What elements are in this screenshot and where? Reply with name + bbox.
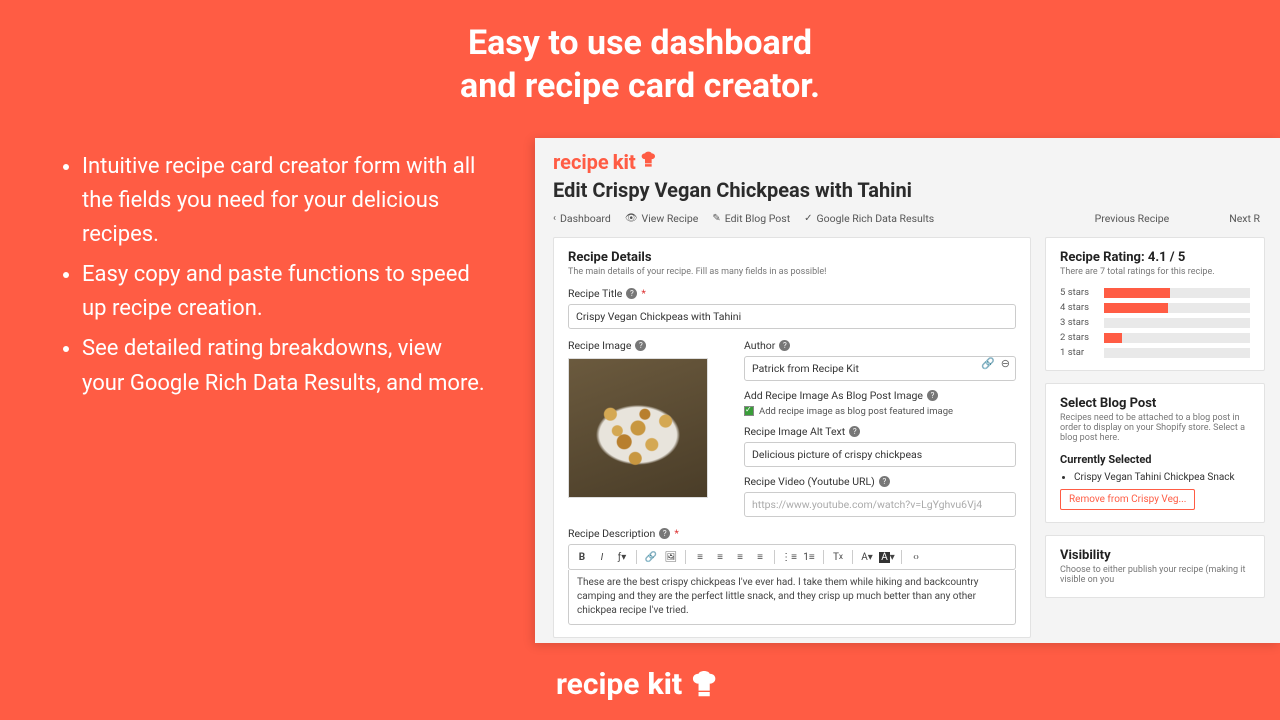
crumb-view-recipe[interactable]: 👁View Recipe xyxy=(625,212,699,225)
clear-format-button[interactable]: Tx xyxy=(829,548,847,566)
next-recipe-link[interactable]: Next R xyxy=(1229,212,1260,225)
bold-button[interactable]: B xyxy=(573,548,591,566)
app-brand: recipekit xyxy=(553,150,1280,174)
eye-icon: 👁 xyxy=(625,213,638,224)
bullet-item: Intuitive recipe card creator form with … xyxy=(82,150,488,252)
rating-row: 1 star xyxy=(1060,347,1250,358)
current-selected-heading: Currently Selected xyxy=(1060,453,1250,466)
addimg-label: Add Recipe Image As Blog Post Image ? xyxy=(744,389,1016,402)
help-icon[interactable]: ? xyxy=(626,288,637,299)
checkbox-icon xyxy=(744,406,754,416)
chef-hat-icon xyxy=(690,671,724,699)
section-heading: Recipe Details xyxy=(568,250,1016,265)
list-ol-button[interactable]: 1≡ xyxy=(800,548,818,566)
help-icon[interactable]: ? xyxy=(879,476,890,487)
rating-bar xyxy=(1104,303,1168,313)
align-center-button[interactable]: ≡ xyxy=(711,548,729,566)
video-label: Recipe Video (Youtube URL) ? xyxy=(744,475,1016,488)
visibility-heading: Visibility xyxy=(1060,548,1250,563)
list-ul-button[interactable]: ⋮≡ xyxy=(780,548,798,566)
blog-heading: Select Blog Post xyxy=(1060,396,1250,411)
recipe-title-input[interactable] xyxy=(568,304,1016,329)
help-icon[interactable]: ? xyxy=(779,340,790,351)
text-color-button[interactable]: A▾ xyxy=(858,548,876,566)
description-label: Recipe Description ? * xyxy=(568,527,1016,540)
hero-title: Easy to use dashboard and recipe card cr… xyxy=(0,0,1280,107)
font-button[interactable]: ƒ▾ xyxy=(613,548,631,566)
rating-row: 4 stars xyxy=(1060,302,1250,313)
author-input[interactable] xyxy=(744,356,1016,381)
alt-label: Recipe Image Alt Text ? xyxy=(744,425,1016,438)
crumb-dashboard[interactable]: ‹Dashboard xyxy=(553,212,611,225)
footer-brand: recipekit xyxy=(556,667,724,702)
visibility-sub: Choose to either publish your recipe (ma… xyxy=(1060,565,1250,585)
visibility-card: Visibility Choose to either publish your… xyxy=(1045,535,1265,598)
help-icon[interactable]: ? xyxy=(927,390,938,401)
rating-bar xyxy=(1104,333,1122,343)
align-left-button[interactable]: ≡ xyxy=(691,548,709,566)
pencil-icon: ✎ xyxy=(712,213,720,224)
rating-row: 2 stars xyxy=(1060,332,1250,343)
crumb-edit-blog[interactable]: ✎Edit Blog Post xyxy=(712,212,790,225)
author-label: Author ? xyxy=(744,339,1016,352)
code-button[interactable]: ‹› xyxy=(907,548,925,566)
rating-bar xyxy=(1104,288,1170,298)
rating-heading: Recipe Rating: 4.1 / 5 xyxy=(1060,250,1250,265)
video-url-input[interactable] xyxy=(744,492,1016,517)
link-icon[interactable]: 🔗 xyxy=(981,357,995,370)
rating-sub: There are 7 total ratings for this recip… xyxy=(1060,267,1250,277)
rating-card: Recipe Rating: 4.1 / 5 There are 7 total… xyxy=(1045,237,1265,371)
section-sub: The main details of your recipe. Fill as… xyxy=(568,267,1016,277)
help-icon[interactable]: ? xyxy=(849,426,860,437)
blog-select-card: Select Blog Post Recipes need to be atta… xyxy=(1045,383,1265,523)
help-icon[interactable]: ? xyxy=(659,528,670,539)
bullet-item: See detailed rating breakdowns, view you… xyxy=(82,332,488,400)
description-textarea[interactable]: These are the best crispy chickpeas I've… xyxy=(568,570,1016,625)
crumb-google-rich[interactable]: ✓Google Rich Data Results xyxy=(804,212,934,225)
addimg-checkbox[interactable]: Add recipe image as blog post featured i… xyxy=(744,406,1016,417)
help-icon[interactable]: ? xyxy=(635,340,646,351)
recipe-image-label: Recipe Image ? xyxy=(568,339,728,352)
page-title: Edit Crispy Vegan Chickpeas with Tahini xyxy=(553,178,1280,202)
rating-row: 5 stars xyxy=(1060,287,1250,298)
chef-hat-icon xyxy=(640,150,660,174)
editor-toolbar: B I ƒ▾ 🔗 🖼 ≡ ≡ ≡ ≡ ⋮≡ 1≡ xyxy=(568,544,1016,570)
recipe-image-preview[interactable] xyxy=(568,358,708,498)
rating-row: 3 stars xyxy=(1060,317,1250,328)
alt-text-input[interactable] xyxy=(744,442,1016,467)
image-button[interactable]: 🖼 xyxy=(662,548,680,566)
recipe-title-label: Recipe Title ? * xyxy=(568,287,1016,300)
selected-blog-item: Crispy Vegan Tahini Chickpea Snack xyxy=(1074,472,1250,483)
remove-blog-button[interactable]: Remove from Crispy Veg... xyxy=(1060,489,1195,510)
dashboard-screenshot: recipekit Edit Crispy Vegan Chickpeas wi… xyxy=(535,138,1280,643)
feature-bullets: Intuitive recipe card creator form with … xyxy=(58,150,488,407)
clear-icon[interactable]: ⊖ xyxy=(1001,357,1010,370)
italic-button[interactable]: I xyxy=(593,548,611,566)
link-button[interactable]: 🔗 xyxy=(642,548,660,566)
chevron-left-icon: ‹ xyxy=(553,213,556,224)
recipe-details-card: Recipe Details The main details of your … xyxy=(553,237,1031,638)
check-icon: ✓ xyxy=(804,213,812,224)
prev-recipe-link[interactable]: Previous Recipe xyxy=(1095,212,1170,225)
align-justify-button[interactable]: ≡ xyxy=(751,548,769,566)
breadcrumb: ‹Dashboard 👁View Recipe ✎Edit Blog Post … xyxy=(553,212,1280,225)
align-right-button[interactable]: ≡ xyxy=(731,548,749,566)
bg-color-button[interactable]: A▾ xyxy=(878,548,896,566)
blog-sub: Recipes need to be attached to a blog po… xyxy=(1060,413,1250,443)
bullet-item: Easy copy and paste functions to speed u… xyxy=(82,258,488,326)
